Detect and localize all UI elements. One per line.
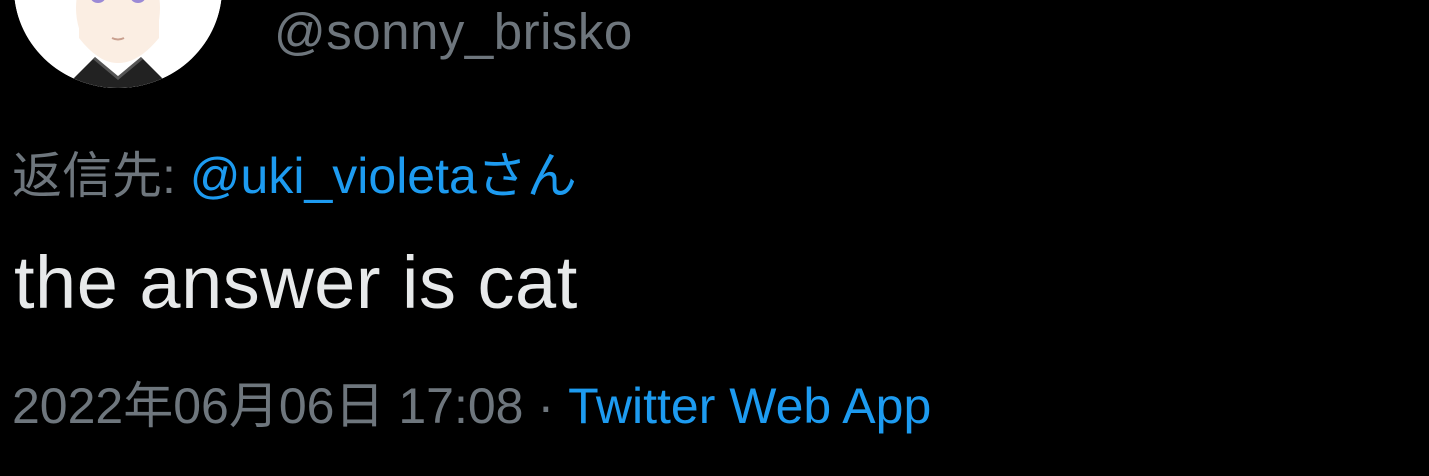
tweet-card: @sonny_brisko 返信先: @uki_violetaさん the an…: [0, 0, 1429, 476]
author-handle[interactable]: @sonny_brisko: [274, 2, 633, 61]
reply-context: 返信先: @uki_violetaさん: [12, 136, 577, 208]
tweet-text: the answer is cat: [14, 241, 578, 324]
tweet-source-link[interactable]: Twitter Web App: [568, 378, 931, 434]
reply-mention-link[interactable]: @uki_violeta: [190, 148, 477, 204]
meta-separator: ·: [537, 378, 555, 434]
tweet-metadata: 2022年06月06日 17:08 · Twitter Web App: [12, 366, 931, 438]
reply-suffix[interactable]: さん: [477, 148, 577, 204]
avatar[interactable]: [14, 0, 222, 88]
tweet-timestamp[interactable]: 2022年06月06日 17:08: [12, 378, 523, 434]
avatar-illustration: [14, 0, 222, 88]
reply-prefix: 返信先:: [12, 148, 190, 204]
